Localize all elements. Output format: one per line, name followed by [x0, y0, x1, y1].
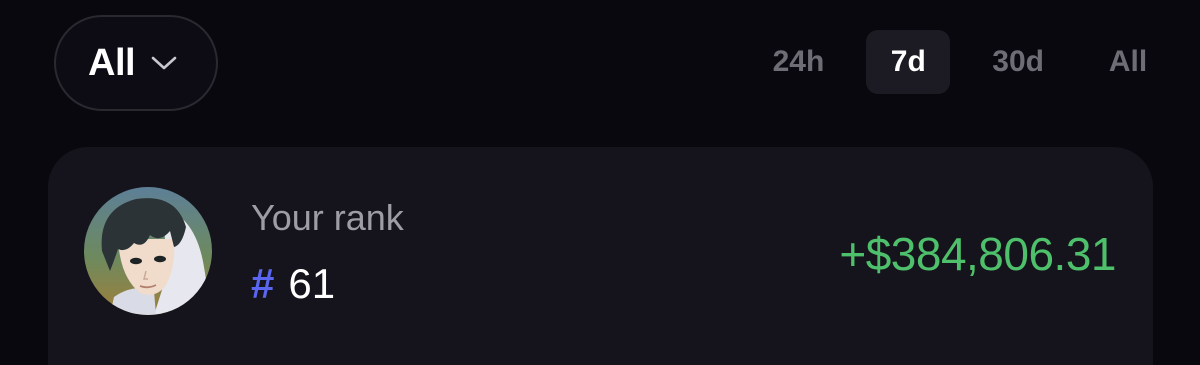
time-range-tabs: 24h 7d 30d All	[731, 30, 1170, 94]
tab-30d[interactable]: 30d	[974, 30, 1062, 94]
filter-dropdown-label: All	[88, 41, 136, 84]
leaderboard-header: All 24h 7d 30d All Your rank # 61 +$384,…	[0, 0, 1200, 365]
rank-value: # 61	[251, 260, 335, 308]
rank-number: 61	[288, 260, 336, 307]
filter-dropdown[interactable]: All	[54, 15, 218, 111]
tab-all[interactable]: All	[1086, 30, 1170, 94]
pnl-amount: +$384,806.31	[839, 228, 1116, 280]
chevron-down-icon	[151, 54, 177, 72]
your-rank-card: Your rank # 61 +$384,806.31	[48, 147, 1153, 365]
tab-7d[interactable]: 7d	[866, 30, 951, 94]
avatar[interactable]	[84, 187, 212, 315]
rank-hash-symbol: #	[251, 260, 275, 307]
rank-label: Your rank	[251, 197, 404, 238]
tab-24h[interactable]: 24h	[755, 30, 843, 94]
